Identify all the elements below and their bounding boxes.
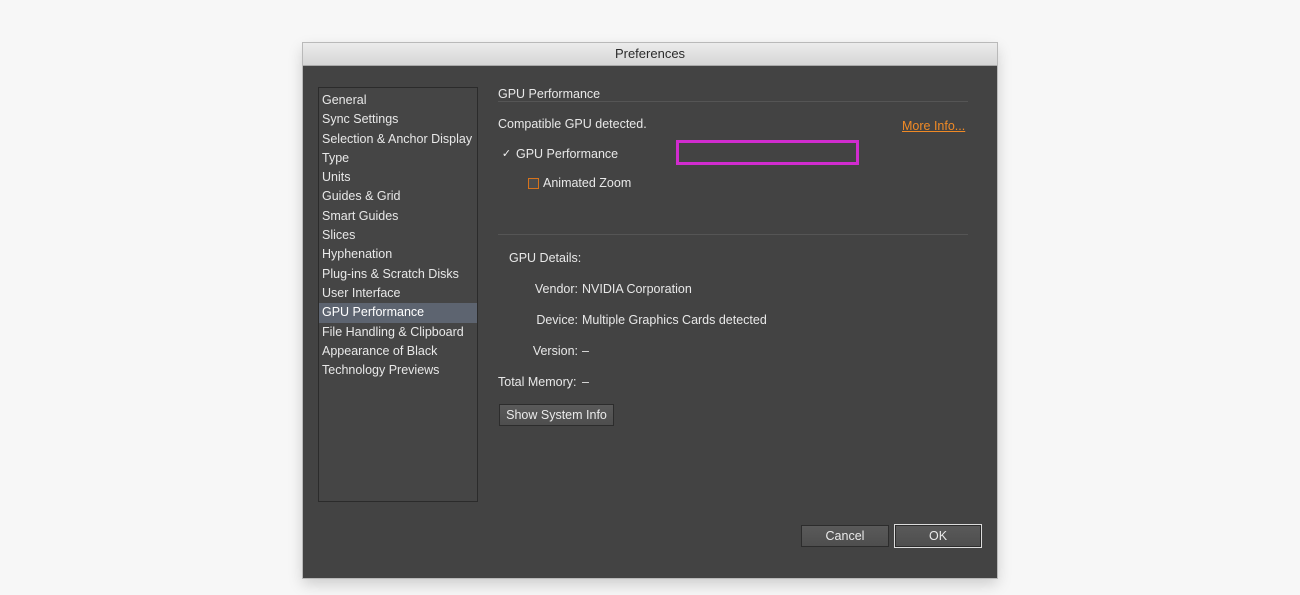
cancel-button[interactable]: Cancel [801, 525, 889, 547]
sidebar-item-type[interactable]: Type [319, 149, 477, 168]
sidebar-item-technology-previews[interactable]: Technology Previews [319, 361, 477, 380]
gpu-details-title: GPU Details: [509, 251, 582, 265]
sidebar-item-appearance-of-black[interactable]: Appearance of Black [319, 342, 477, 361]
details-divider [498, 234, 968, 235]
preferences-dialog: Preferences General Sync Settings Select… [303, 43, 997, 578]
sidebar-item-plugins-scratch-disks[interactable]: Plug-ins & Scratch Disks [319, 265, 477, 284]
animated-zoom-checkbox[interactable]: Animated Zoom [528, 176, 631, 190]
sidebar-item-hyphenation[interactable]: Hyphenation [319, 245, 477, 264]
sidebar-item-user-interface[interactable]: User Interface [319, 284, 477, 303]
total-memory-value: – [582, 375, 589, 389]
gpu-performance-checkbox-label: GPU Performance [516, 147, 619, 161]
show-system-info-button[interactable]: Show System Info [499, 404, 614, 426]
vendor-value: NVIDIA Corporation [582, 282, 692, 296]
sidebar-item-units[interactable]: Units [319, 168, 477, 187]
preferences-category-list[interactable]: General Sync Settings Selection & Anchor… [318, 87, 478, 502]
gpu-performance-checkbox[interactable]: ✓ GPU Performance [501, 147, 618, 161]
ok-button[interactable]: OK [894, 524, 982, 548]
sidebar-item-slices[interactable]: Slices [319, 226, 477, 245]
sidebar-item-gpu-performance[interactable]: GPU Performance [319, 303, 477, 323]
sidebar-item-file-handling-clipboard[interactable]: File Handling & Clipboard [319, 323, 477, 342]
sidebar-item-selection-anchor-display[interactable]: Selection & Anchor Display [319, 130, 477, 149]
section-title: GPU Performance [498, 87, 601, 101]
compatible-gpu-text: Compatible GPU detected. [498, 117, 647, 131]
total-memory-label: Total Memory: [498, 375, 577, 389]
animated-zoom-checkbox-label: Animated Zoom [543, 176, 632, 190]
sidebar-item-sync-settings[interactable]: Sync Settings [319, 110, 477, 129]
sidebar-item-guides-grid[interactable]: Guides & Grid [319, 187, 477, 206]
sidebar-item-general[interactable]: General [319, 91, 477, 110]
version-value: – [582, 344, 589, 358]
highlight-box [676, 140, 859, 165]
checkbox-box-icon [528, 177, 539, 189]
section-divider [498, 101, 968, 102]
device-value: Multiple Graphics Cards detected [582, 313, 767, 327]
gpu-performance-panel: GPU Performance Compatible GPU detected.… [498, 43, 968, 578]
vendor-label: Vendor: [534, 282, 578, 296]
device-label: Device: [536, 313, 578, 327]
version-label: Version: [532, 344, 578, 358]
sidebar-item-smart-guides[interactable]: Smart Guides [319, 207, 477, 226]
more-info-link[interactable]: More Info... [902, 119, 965, 133]
checkmark-icon: ✓ [501, 147, 512, 160]
